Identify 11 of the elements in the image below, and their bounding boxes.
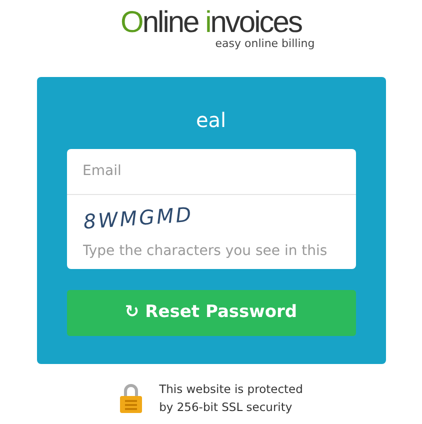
security-note: by 256-bit SSL security [159,399,294,416]
email-input[interactable]: Email [66,149,356,194]
tagline: easy online billing [215,38,315,49]
panel-title: eal [194,107,228,134]
refresh-icon: ↻ [124,302,140,322]
reset-password-button[interactable]: ↻ Reset Password [66,290,356,336]
captcha-field[interactable]: Type the characters you see in this [66,233,356,269]
captcha-image: 8WMGMD [66,195,356,233]
logo-text: Online invoices [120,8,302,38]
security-note: This website is protected [159,381,303,398]
lock-icon [119,382,144,414]
